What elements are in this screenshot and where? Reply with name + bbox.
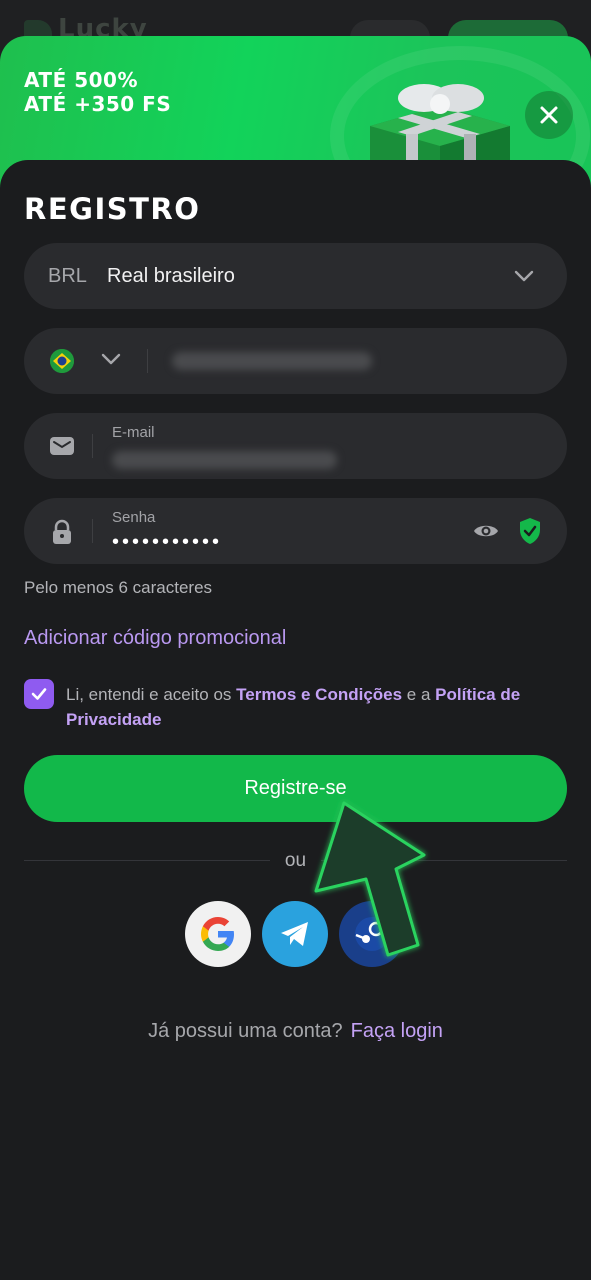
brazil-flag-icon <box>50 349 74 373</box>
field-divider <box>92 434 93 458</box>
envelope-icon <box>50 437 74 455</box>
password-value: ••••••••••• <box>112 531 223 553</box>
terms-checkbox[interactable] <box>24 679 54 709</box>
registration-sheet: REGISTRO BRL Real brasileiro E-mail Senh… <box>0 160 591 1280</box>
telegram-icon <box>281 922 308 946</box>
banner-line-1: ATÉ 500% <box>24 68 138 92</box>
terms-prefix: Li, entendi e aceito os <box>66 685 237 704</box>
password-label: Senha <box>112 509 156 526</box>
login-prompt: Já possui uma conta? Faça login <box>0 1020 591 1043</box>
phone-field[interactable] <box>24 328 567 394</box>
terms-text: Li, entendi e aceito os Termos e Condiçõ… <box>66 682 566 732</box>
field-divider <box>147 349 148 373</box>
shield-check-icon <box>520 518 540 544</box>
banner-line-2: ATÉ +350 FS <box>24 92 172 116</box>
terms-link[interactable]: Termos e Condições <box>236 685 402 704</box>
currency-name: Real brasileiro <box>107 265 235 287</box>
password-field[interactable]: Senha ••••••••••• <box>24 498 567 564</box>
field-divider <box>92 519 93 543</box>
eye-icon[interactable] <box>473 519 499 543</box>
chevron-down-icon <box>101 353 121 364</box>
telegram-login-button[interactable] <box>262 901 328 967</box>
or-separator: ou <box>284 850 307 871</box>
currency-code: BRL <box>48 265 87 287</box>
password-hint: Pelo menos 6 caracteres <box>24 578 213 597</box>
page-title: REGISTRO <box>24 192 201 226</box>
close-icon <box>540 106 558 124</box>
country-code-dropdown[interactable] <box>96 345 126 375</box>
phone-value-blurred <box>172 352 372 370</box>
currency-select[interactable]: BRL Real brasileiro <box>24 243 567 309</box>
register-button[interactable]: Registre-se <box>24 755 567 822</box>
terms-middle: e a <box>402 685 436 704</box>
chevron-down-icon <box>514 270 534 282</box>
email-label: E-mail <box>112 424 155 441</box>
login-link[interactable]: Faça login <box>351 1020 443 1042</box>
steam-icon <box>355 917 389 951</box>
close-button[interactable] <box>525 91 573 139</box>
google-icon <box>201 917 234 951</box>
google-login-button[interactable] <box>185 901 251 967</box>
email-field[interactable]: E-mail <box>24 413 567 479</box>
email-value-blurred <box>112 451 337 469</box>
steam-login-button[interactable] <box>339 901 405 967</box>
banner-bonus-text: ATÉ 500% ATÉ +350 FS <box>24 68 171 116</box>
lock-icon <box>53 519 71 544</box>
login-prompt-text: Já possui uma conta? <box>148 1020 343 1042</box>
checkmark-icon <box>31 688 47 700</box>
promo-code-link[interactable]: Adicionar código promocional <box>24 627 286 650</box>
